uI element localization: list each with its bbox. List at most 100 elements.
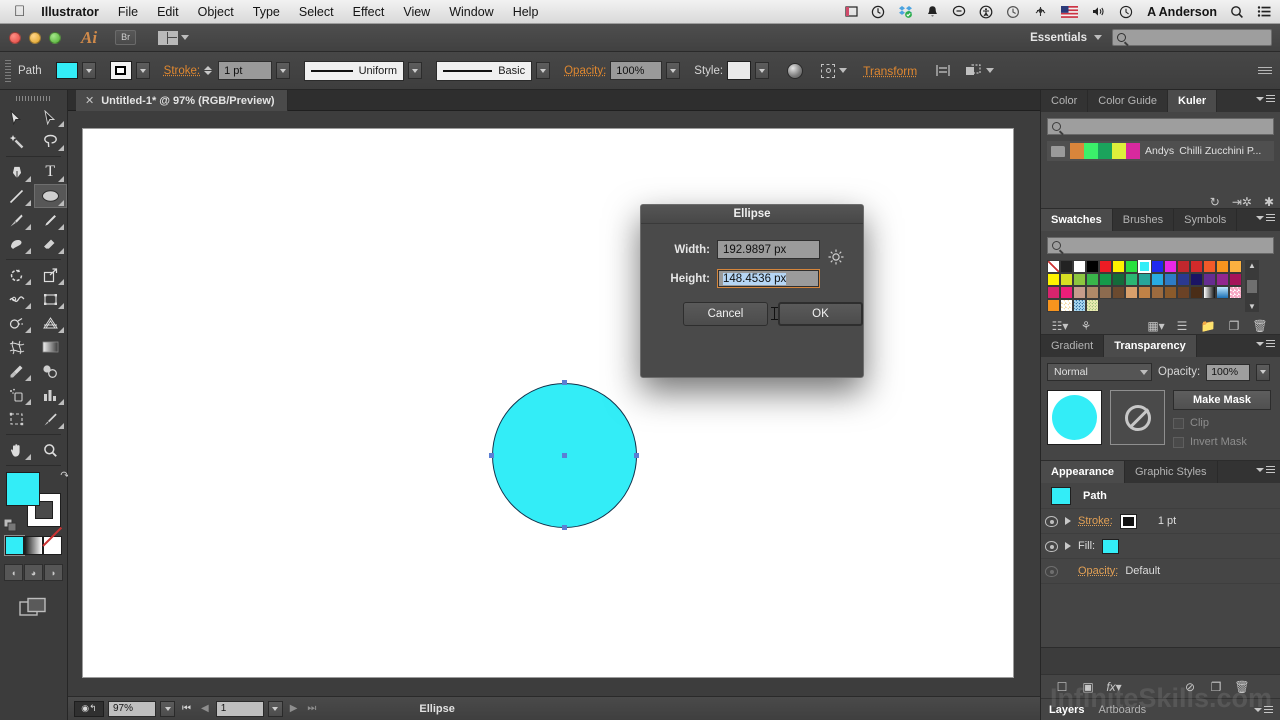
close-window-button[interactable]: [9, 31, 21, 44]
width-input[interactable]: 192.9897 px: [717, 240, 820, 259]
close-icon[interactable]: ✕: [85, 94, 94, 107]
menu-edit[interactable]: Edit: [157, 5, 179, 19]
make-mask-button[interactable]: Make Mask: [1173, 390, 1271, 410]
style-dropdown-icon[interactable]: [755, 62, 770, 79]
width-tool[interactable]: [0, 287, 34, 311]
appearance-opacity-value[interactable]: Default: [1125, 565, 1160, 577]
add-new-fill-icon[interactable]: ▣: [1075, 680, 1101, 694]
new-swatch-icon[interactable]: ❐: [1221, 319, 1247, 333]
gradient-mode-icon[interactable]: [24, 536, 43, 555]
anchor-point-bottom[interactable]: [562, 525, 567, 530]
height-input[interactable]: 148.4536 px: [717, 269, 820, 288]
next-artboard-icon[interactable]: ▶: [287, 703, 301, 714]
add-new-stroke-icon[interactable]: ☐: [1049, 680, 1075, 694]
minimize-window-button[interactable]: [29, 31, 41, 44]
last-artboard-icon[interactable]: ⏭: [304, 703, 319, 714]
color-mode-icon[interactable]: [4, 535, 25, 556]
refresh-icon[interactable]: ↻: [1210, 195, 1220, 209]
menu-file[interactable]: File: [118, 5, 138, 19]
window-controls[interactable]: [9, 31, 61, 44]
eraser-tool[interactable]: [34, 232, 68, 256]
stroke-color-swatch[interactable]: [109, 61, 132, 80]
swatches-grid[interactable]: ▲ ▼: [1047, 260, 1274, 312]
type-tool[interactable]: T: [34, 160, 68, 184]
opacity-control[interactable]: Opacity: 100%: [564, 61, 681, 80]
fill-color-control[interactable]: [55, 62, 96, 79]
fill-color-swatch[interactable]: [55, 62, 78, 79]
brush-dropdown-icon[interactable]: [536, 62, 551, 79]
swatches-scroll-thumb[interactable]: [1247, 279, 1257, 293]
zoom-level-input[interactable]: 97%: [108, 700, 156, 717]
line-segment-tool[interactable]: [0, 184, 34, 208]
opacity-label[interactable]: Opacity:: [564, 65, 606, 77]
invert-mask-checkbox[interactable]: [1173, 436, 1184, 448]
anchor-point-left[interactable]: [489, 453, 494, 458]
appearance-opacity-label[interactable]: Opacity:: [1078, 565, 1118, 577]
draw-behind-icon[interactable]: ◕: [24, 564, 43, 581]
anchor-point-center[interactable]: [562, 453, 567, 458]
add-effect-icon[interactable]: fx▾: [1101, 680, 1127, 694]
menu-app-name[interactable]: Illustrator: [41, 5, 99, 19]
menu-window[interactable]: Window: [449, 5, 493, 19]
eye-icon[interactable]: [1045, 515, 1058, 527]
tab-appearance[interactable]: Appearance: [1041, 461, 1125, 483]
transform-label[interactable]: Transform: [863, 64, 917, 78]
paintbrush-tool[interactable]: [0, 208, 34, 232]
account-name[interactable]: A Anderson: [1147, 5, 1217, 19]
ok-button[interactable]: OK: [777, 302, 863, 326]
appearance-fill-label[interactable]: Fill:: [1078, 540, 1095, 552]
ellipse-tool[interactable]: [33, 184, 67, 208]
kuler-theme-swatches[interactable]: [1070, 143, 1140, 159]
shape-builder-tool[interactable]: [0, 311, 34, 335]
clip-checkbox-row[interactable]: Clip: [1173, 417, 1271, 429]
tab-artboards[interactable]: Artboards: [1098, 704, 1146, 716]
tab-color-guide[interactable]: Color Guide: [1088, 90, 1168, 112]
blend-mode-select[interactable]: Normal: [1047, 363, 1152, 381]
draw-inside-icon[interactable]: ◗: [44, 564, 63, 581]
isolate-button[interactable]: [965, 63, 995, 78]
delete-item-icon[interactable]: 🗑: [1229, 680, 1255, 694]
show-kind-icon[interactable]: ⚘: [1073, 319, 1099, 333]
clock-icon[interactable]: [1119, 5, 1133, 19]
eye-icon[interactable]: [1045, 540, 1058, 552]
artboard-dropdown-icon[interactable]: [267, 700, 283, 717]
bell-icon[interactable]: [926, 5, 939, 19]
panel-menu-icon[interactable]: [1254, 706, 1273, 713]
disclosure-triangle-icon[interactable]: [1065, 517, 1071, 525]
notification-center-icon[interactable]: [1257, 5, 1272, 18]
recolor-artwork-button[interactable]: [787, 62, 804, 79]
panel-menu-icon[interactable]: [1256, 214, 1275, 221]
accessibility-icon[interactable]: [979, 5, 993, 19]
help-search-input[interactable]: [1112, 29, 1272, 46]
preview-toggle-icon[interactable]: ◉↰: [74, 700, 104, 717]
change-screen-mode-button[interactable]: [0, 597, 67, 619]
kuler-theme-row[interactable]: Andys Chilli Zucchini P...: [1047, 141, 1274, 161]
document-tab[interactable]: ✕ Untitled-1* @ 97% (RGB/Preview): [76, 90, 288, 111]
appearance-fill-row[interactable]: Fill:: [1041, 534, 1280, 559]
appearance-stroke-value[interactable]: 1 pt: [1158, 515, 1176, 527]
column-graph-tool[interactable]: [34, 383, 68, 407]
tools-panel-grip[interactable]: [15, 96, 52, 101]
brush-definition-control[interactable]: Basic: [436, 60, 551, 81]
stroke-color-control[interactable]: [109, 61, 150, 80]
tab-layers[interactable]: Layers: [1049, 704, 1084, 716]
zoom-tool[interactable]: [34, 438, 68, 462]
stroke-weight-dropdown-icon[interactable]: [276, 62, 291, 79]
stroke-dropdown-icon[interactable]: [135, 62, 150, 79]
swatches-search-input[interactable]: [1047, 237, 1274, 254]
eye-icon[interactable]: [1045, 565, 1058, 577]
invert-mask-checkbox-row[interactable]: Invert Mask: [1173, 436, 1271, 448]
object-thumbnail[interactable]: [1047, 390, 1102, 445]
stroke-weight-input[interactable]: 1 pt: [218, 61, 273, 80]
artboard-number-input[interactable]: 1: [215, 700, 264, 717]
fill-color-indicator[interactable]: [5, 472, 40, 506]
direct-selection-tool[interactable]: [34, 105, 68, 129]
ellipse-dialog[interactable]: Ellipse Width: 192.9897 px Height: 148.4…: [640, 204, 864, 378]
blend-tool[interactable]: [34, 359, 68, 383]
timemachine-icon[interactable]: [871, 5, 885, 19]
fill-color-chip[interactable]: [1102, 538, 1120, 554]
show-list-view-icon[interactable]: ☰: [1169, 319, 1195, 333]
anchor-point-right[interactable]: [634, 453, 639, 458]
selection-tool[interactable]: [0, 105, 34, 129]
clear-appearance-icon[interactable]: ⊘: [1177, 680, 1203, 694]
